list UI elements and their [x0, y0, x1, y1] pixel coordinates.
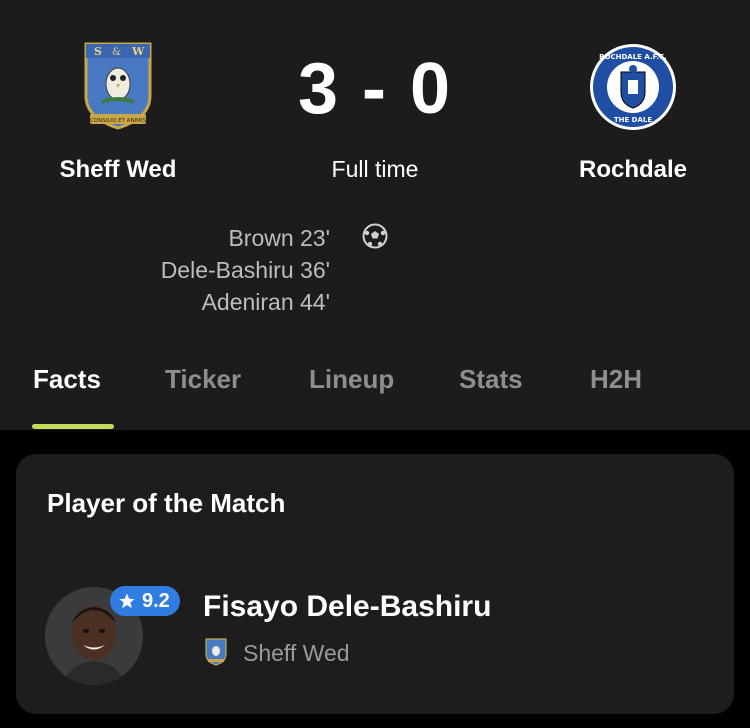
- player-name[interactable]: Fisayo Dele-Bashiru: [203, 590, 491, 624]
- match-header: S & W CONSILIO ET ANIMIS 3 - 0 ROCHDALE …: [0, 0, 750, 430]
- tab-facts[interactable]: Facts: [33, 364, 101, 395]
- star-icon: [119, 593, 135, 609]
- goal-scorers-list: Brown 23' Dele-Bashiru 36' Adeniran 44': [60, 222, 330, 318]
- goal-scorer: Dele-Bashiru 36': [160, 257, 330, 283]
- tab-stats[interactable]: Stats: [459, 364, 523, 395]
- home-team-crest-icon[interactable]: S & W CONSILIO ET ANIMIS: [82, 40, 154, 132]
- away-team-crest-icon[interactable]: ROCHDALE A.F.C. THE DALE: [588, 42, 678, 132]
- match-status: Full time: [331, 156, 419, 182]
- player-team-name: Sheff Wed: [243, 640, 350, 666]
- player-rating-badge: 9.2: [110, 586, 180, 616]
- svg-text:W: W: [131, 45, 145, 58]
- tab-h2h[interactable]: H2H: [590, 364, 642, 395]
- svg-text:&: &: [112, 47, 121, 58]
- tab-lineup[interactable]: Lineup: [309, 364, 394, 395]
- goal-scorer: Brown 23': [228, 225, 330, 251]
- svg-text:ROCHDALE A.F.C.: ROCHDALE A.F.C.: [599, 53, 667, 61]
- player-of-the-match-card[interactable]: Player of the Match 9.2 Fisayo Dele-Bash…: [16, 454, 734, 714]
- home-team-name[interactable]: Sheff Wed: [8, 156, 228, 184]
- match-score: 3 - 0: [297, 49, 453, 129]
- player-rating-value: 9.2: [142, 589, 170, 612]
- match-tabs: Facts Ticker Lineup Stats H2H: [0, 358, 750, 430]
- football-icon: [362, 223, 388, 249]
- goal-scorer: Adeniran 44': [201, 289, 330, 315]
- svg-text:THE DALE: THE DALE: [614, 116, 653, 124]
- away-team-name[interactable]: Rochdale: [523, 156, 743, 184]
- card-title: Player of the Match: [47, 488, 286, 518]
- svg-text:S: S: [94, 45, 102, 58]
- tab-ticker[interactable]: Ticker: [165, 364, 241, 395]
- player-team-crest-icon: [205, 638, 227, 666]
- svg-text:CONSILIO ET ANIMIS: CONSILIO ET ANIMIS: [90, 118, 147, 124]
- active-tab-indicator: [32, 424, 114, 429]
